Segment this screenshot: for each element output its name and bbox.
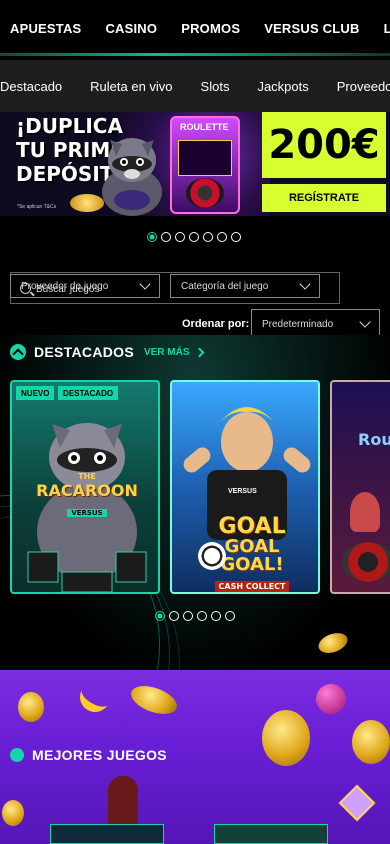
chevron-right-icon[interactable]	[194, 347, 204, 357]
category-nav: Destacado Ruleta en vivo Slots Jackpots …	[0, 60, 390, 112]
collapse-icon[interactable]	[10, 344, 26, 360]
top-nav-casino[interactable]: CASINO	[105, 21, 157, 36]
badge-featured: DESTACADO	[58, 386, 119, 400]
chevron-down-icon	[299, 278, 311, 290]
racaroon-logo-title: RACAROON	[36, 481, 138, 500]
coin-icon	[352, 720, 390, 764]
search-input[interactable]	[36, 281, 146, 297]
banner-dot[interactable]	[147, 232, 157, 242]
top-nav-promos[interactable]: PROMOS	[181, 21, 240, 36]
star-icon	[10, 748, 24, 762]
game-card-goal[interactable]: VERSUS GOAL GOAL GOAL! CASH COLLECT	[170, 380, 320, 594]
register-button[interactable]: REGÍSTRATE	[262, 184, 386, 212]
featured-dot[interactable]	[211, 611, 221, 621]
top-nav-apuestas[interactable]: APUESTAS	[10, 21, 81, 36]
banner-dot[interactable]	[203, 232, 213, 242]
category-tab-slots[interactable]: Slots	[187, 79, 244, 94]
banana-icon	[74, 676, 116, 718]
featured-pagination	[155, 611, 235, 621]
roulette-logo: Rou	[358, 430, 390, 449]
roulette-wheel-icon	[186, 178, 224, 208]
game-card-racaroon[interactable]: NUEVO DESTACADO THE RACAROON VERSUS	[10, 380, 160, 594]
football-icon	[198, 542, 226, 570]
top-nav-underline	[0, 53, 390, 56]
promo-banner[interactable]: ¡DUPLICA TU PRIMER DEPÓSITO! *Se aplican…	[0, 112, 390, 216]
coin-icon	[127, 680, 181, 720]
banner-dot[interactable]	[189, 232, 199, 242]
bonus-amount: 200€	[262, 112, 386, 178]
see-more-link[interactable]: VER MÁS	[144, 347, 190, 358]
coin-stack-icon	[70, 194, 104, 212]
category-select[interactable]: Categoría del juego	[170, 274, 320, 298]
featured-title: DESTACADOS	[34, 344, 134, 360]
game-card-roulette[interactable]: Rou	[330, 380, 390, 594]
coin-icon	[262, 710, 310, 766]
top-nav-more[interactable]: LO	[384, 21, 390, 36]
machine-tag: ROULETTE	[180, 122, 229, 132]
category-tab-proveedores[interactable]: Proveedores	[323, 79, 390, 94]
jersey-label: VERSUS	[228, 488, 257, 495]
roulette-machine: ROULETTE	[170, 116, 240, 214]
top-nav: APUESTAS CASINO PROMOS VERSUS CLUB LO	[0, 0, 390, 56]
roulette-wheel-icon	[342, 542, 390, 582]
racaroon-logo: THE RACAROON VERSUS	[32, 472, 142, 519]
category-tab-jackpots[interactable]: Jackpots	[243, 79, 322, 94]
chevron-down-icon	[359, 316, 371, 328]
racaroon-logo-versus: VERSUS	[67, 509, 107, 517]
raccoon-mascot-icon	[102, 138, 162, 216]
featured-dot[interactable]	[183, 611, 193, 621]
featured-dot[interactable]	[169, 611, 179, 621]
machine-screen	[178, 140, 232, 176]
badge-new: NUEVO	[16, 386, 55, 400]
racaroon-logo-the: THE	[78, 472, 96, 481]
game-card-preview[interactable]	[50, 824, 164, 844]
featured-dot[interactable]	[197, 611, 207, 621]
top-nav-versus-club[interactable]: VERSUS CLUB	[264, 21, 359, 36]
category-select-label: Categoría del juego	[181, 280, 269, 292]
game-card-preview[interactable]	[214, 824, 328, 844]
search-icon	[20, 283, 31, 294]
category-tab-ruleta[interactable]: Ruleta en vivo	[76, 79, 186, 94]
banner-dot[interactable]	[175, 232, 185, 242]
coin-icon	[2, 800, 24, 826]
dealer-figure	[350, 492, 380, 532]
featured-header: DESTACADOS VER MÁS	[10, 344, 204, 360]
featured-dot[interactable]	[155, 611, 165, 621]
gem-icon	[338, 784, 376, 822]
banner-pagination	[147, 232, 241, 242]
goal-logo-line-1: GOAL	[218, 514, 286, 539]
banner-dot[interactable]	[161, 232, 171, 242]
banner-dot[interactable]	[231, 232, 241, 242]
goal-logo-subtitle: CASH COLLECT	[214, 581, 290, 592]
best-games-header: MEJORES JUEGOS	[10, 747, 167, 763]
coin-icon	[18, 692, 44, 722]
banner-terms: *Se aplican T&Cs	[17, 204, 57, 210]
sort-label: Ordenar por:	[182, 318, 250, 330]
banner-dot[interactable]	[217, 232, 227, 242]
category-tab-destacado[interactable]: Destacado	[0, 79, 76, 94]
sort-select-value: Predeterminado	[262, 318, 334, 330]
plum-icon	[316, 684, 346, 714]
featured-dot[interactable]	[225, 611, 235, 621]
best-games-title: MEJORES JUEGOS	[32, 747, 167, 763]
